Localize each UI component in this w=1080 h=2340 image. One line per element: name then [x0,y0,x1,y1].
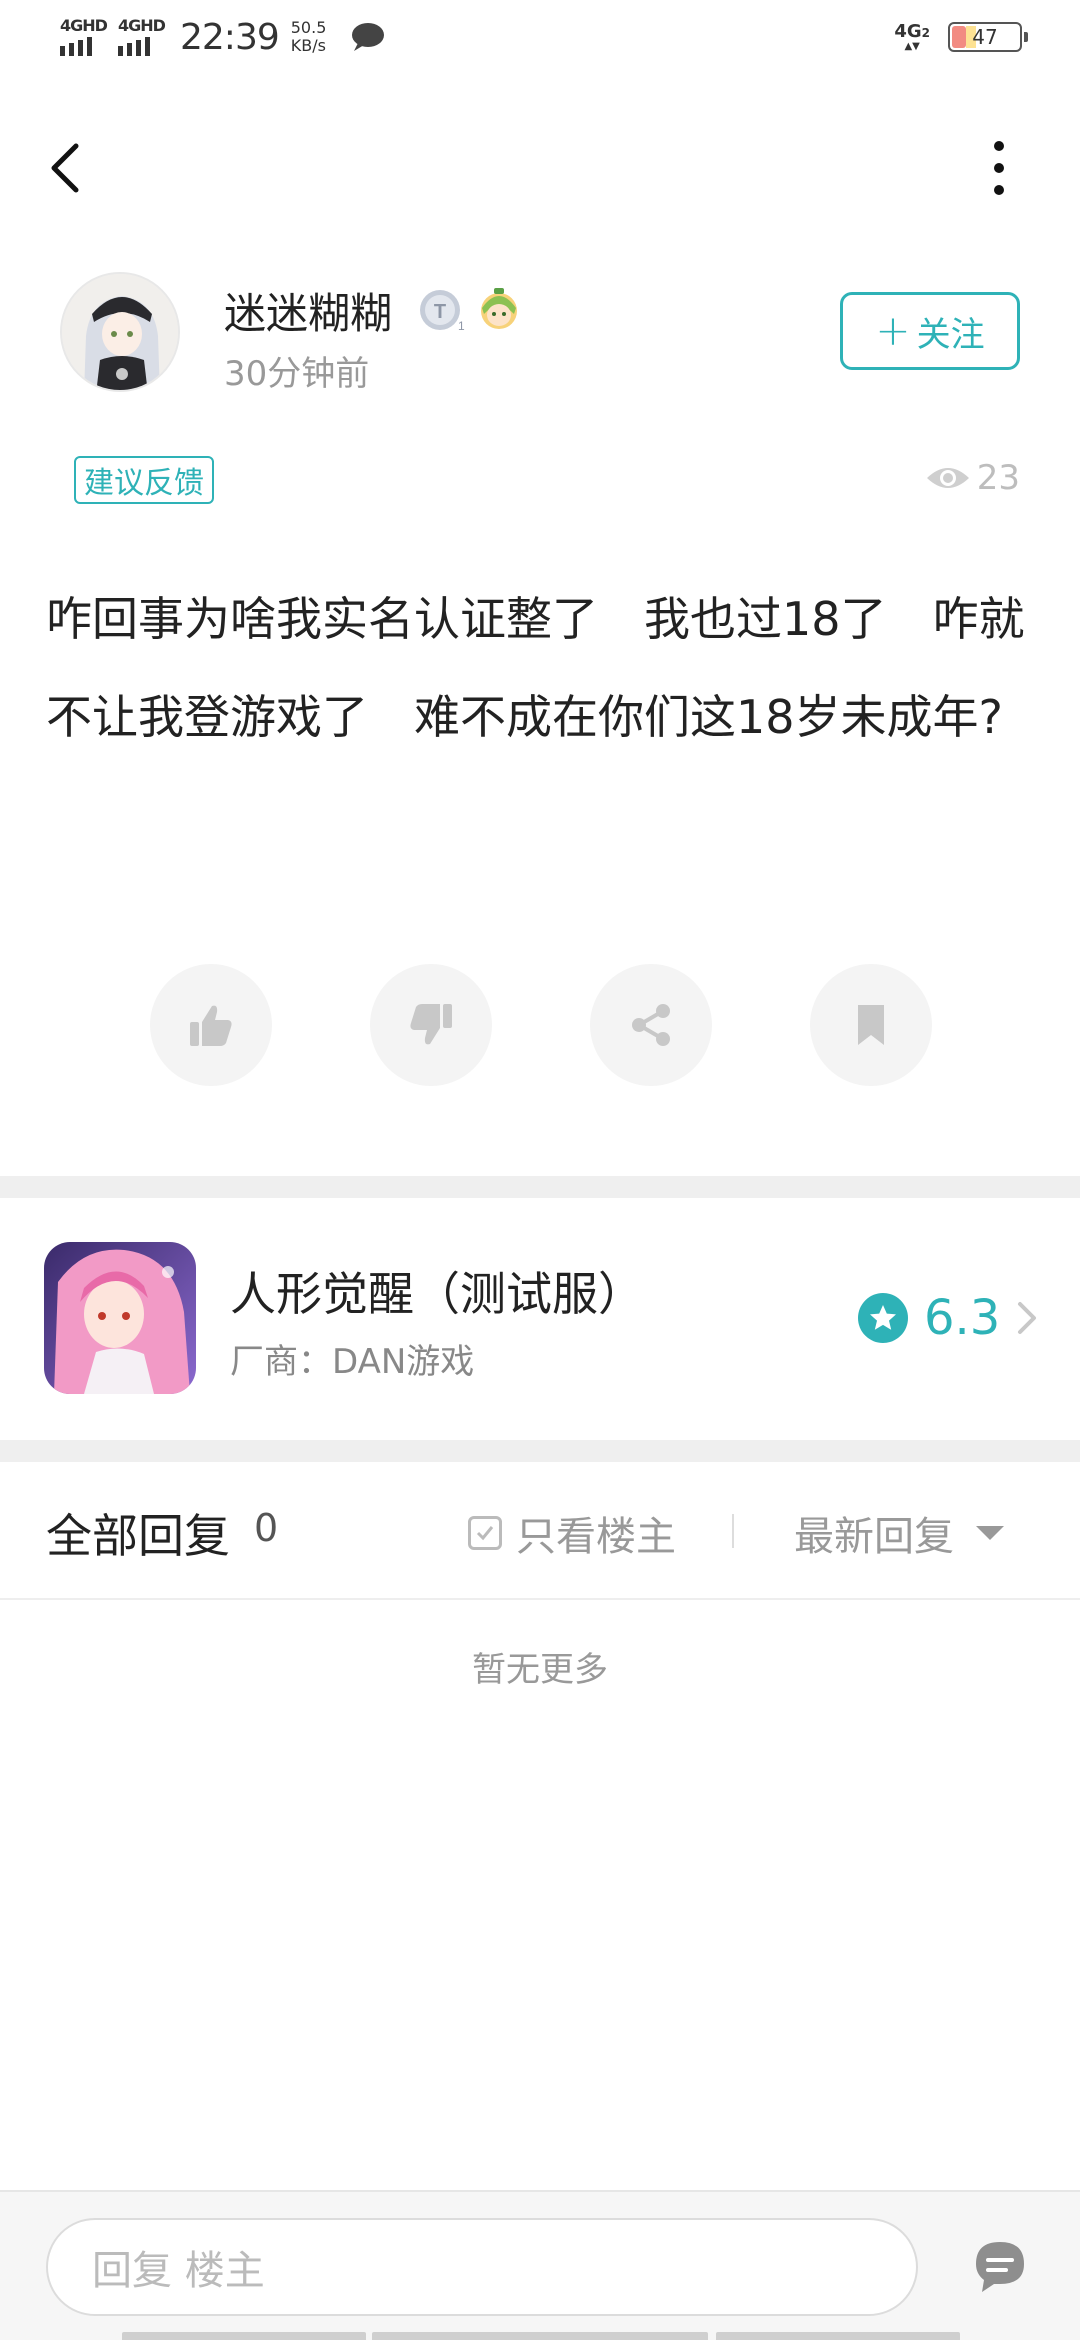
battery-icon: 47 [948,22,1028,52]
bookmark-button[interactable] [810,964,932,1086]
game-icon[interactable] [44,1242,196,1394]
eye-icon [926,468,969,488]
replies-divider [0,1598,1080,1600]
section-divider-2 [0,1440,1080,1462]
post-content: 咋回事为啥我实名认证整了 我也过18了 咋就不让我登游戏了 难不成在你们这18岁… [46,592,1025,744]
view-count: 23 [925,458,1020,498]
thumbs-down-icon [410,1004,452,1045]
comment-icon[interactable] [972,2238,1028,2294]
network-type: 4G2 ▲▼ [894,20,930,52]
game-vendor: 厂商：DAN游戏 [230,1342,475,1382]
plus-icon: + [875,306,911,355]
only-owner-label: 只看楼主 [516,1514,676,1560]
sim2-label: 4GHD [118,16,166,35]
battery-level: 47 [972,25,998,49]
network-label: 4G [894,20,922,42]
sim1-label: 4GHD [60,16,108,35]
follow-label: 关注 [916,314,985,355]
character-badge-icon [481,288,517,329]
author-name[interactable]: 迷迷糊糊 [224,280,392,341]
network-sub-label: 2 [921,25,930,40]
game-name[interactable]: 人形觉醒（测试服） [230,1258,644,1324]
svg-text:1: 1 [458,319,465,333]
sort-label: 最新回复 [794,1514,954,1560]
share-button[interactable] [590,964,712,1086]
dislike-button[interactable] [370,964,492,1086]
section-divider [0,1176,1080,1198]
status-time: 22:39 [180,16,280,58]
empty-state-text: 暂无更多 [472,1650,608,1690]
follow-button[interactable]: + 关注 [840,292,1020,370]
status-bar: 4GHD 4GHD 22:39 50.5 KB/s 4G2 ▲▼ 47 [0,0,1080,80]
nav-indicator-center [372,2332,708,2340]
reply-bar: 回复 楼主 [0,2190,1080,2340]
avatar-image [62,274,178,390]
star-icon [858,1293,908,1343]
game-rating[interactable]: 6.3 [858,1290,1038,1346]
nav-indicator-right [716,2332,960,2340]
message-bubble-icon [352,23,385,51]
speed-value: 50.5 [290,18,327,37]
game-cover-image [44,1242,196,1394]
category-tag[interactable]: 建议反馈 [74,456,214,504]
thumbs-up-icon [190,1005,232,1046]
share-icon [632,1004,670,1046]
replies-count: 0 [254,1506,279,1550]
level-badge-icon: T 1 [420,290,465,333]
network-speed: 50.5 KB/s [291,19,327,55]
author-avatar[interactable] [60,272,180,392]
view-count-value: 23 [976,458,1020,498]
post-actions [150,964,932,1086]
bookmark-icon [858,1005,884,1045]
back-button[interactable] [44,138,88,198]
sort-dropdown[interactable]: 最新回复 [794,1504,1004,1562]
only-owner-toggle[interactable]: 只看楼主 [468,1504,676,1562]
chevron-right-icon [1018,1302,1037,1334]
rating-score: 6.3 [924,1290,1001,1346]
reply-input[interactable]: 回复 楼主 [46,2218,918,2316]
filter-divider [732,1514,734,1548]
post-time: 30分钟前 [224,354,370,394]
more-options-button[interactable] [984,138,1014,198]
checkbox-icon [468,1516,502,1550]
nav-indicator-left [122,2332,366,2340]
like-button[interactable] [150,964,272,1086]
replies-title: 全部回复 [46,1509,230,1563]
signal-icon-sim1: 4GHD [58,14,110,60]
signal-icon-sim2: 4GHD [116,14,168,60]
svg-text:T: T [434,301,446,323]
caret-down-icon [976,1526,1004,1540]
speed-unit: KB/s [290,36,326,55]
